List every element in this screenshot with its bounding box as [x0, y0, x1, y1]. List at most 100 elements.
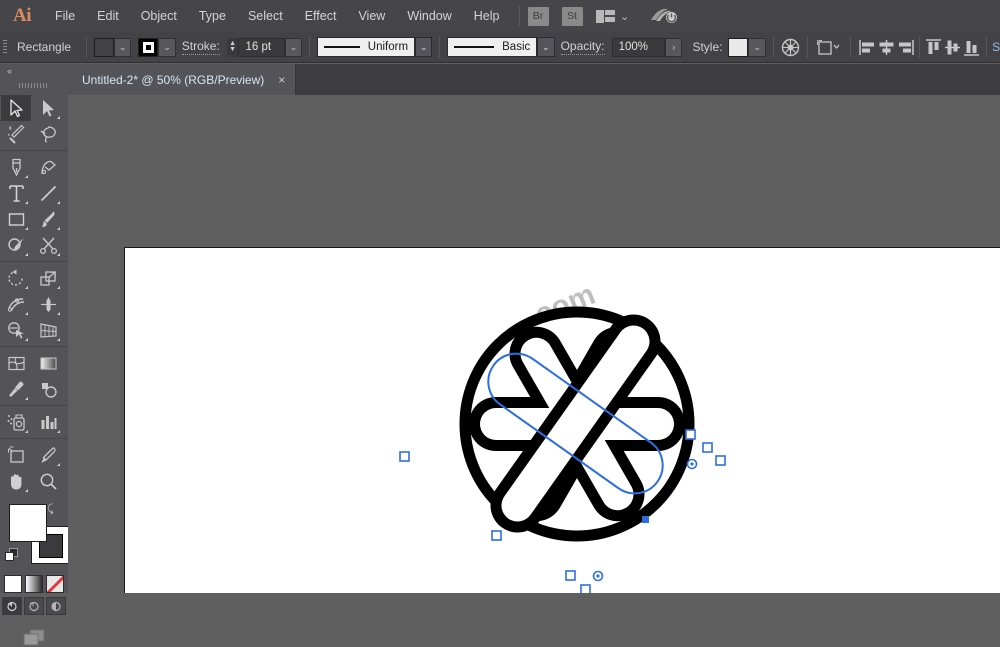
transform-icon[interactable] [815, 37, 844, 57]
slice-tool[interactable] [33, 442, 63, 468]
opacity-input[interactable]: 100% [611, 37, 666, 57]
shape-builder-tool[interactable] [1, 317, 31, 343]
none-icon[interactable] [46, 575, 64, 593]
stock-button[interactable]: St [561, 6, 583, 26]
variable-width-profile-select[interactable]: Uniform [317, 37, 416, 57]
tool-group-gradient [0, 346, 68, 405]
align-horizontal-center-icon[interactable] [877, 37, 896, 57]
fill-color-swatch[interactable] [93, 37, 114, 57]
free-transform-tool[interactable] [33, 291, 63, 317]
variable-width-dropdown[interactable]: ⌄ [415, 37, 433, 57]
anchor-point[interactable] [580, 584, 591, 593]
anchor-point[interactable] [565, 570, 576, 581]
blend-tool[interactable] [33, 376, 63, 402]
anchor-point[interactable] [702, 442, 713, 453]
anchor-point[interactable] [399, 451, 410, 462]
anchor-point[interactable] [491, 530, 502, 541]
rectangle-tool[interactable] [1, 206, 31, 232]
lasso-tool[interactable] [33, 121, 63, 147]
stroke-weight-label[interactable]: Stroke: [181, 39, 220, 55]
menu-type[interactable]: Type [188, 0, 237, 32]
scissors-eraser-tool[interactable] [33, 232, 63, 258]
center-point[interactable] [642, 516, 649, 523]
align-left-icon[interactable] [858, 37, 877, 57]
align-vertical-center-icon[interactable] [943, 37, 962, 57]
symbol-sprayer-tool[interactable] [1, 409, 31, 435]
hand-tool[interactable] [1, 468, 31, 494]
graphic-style-swatch[interactable] [728, 37, 749, 57]
stroke-weight-stepper[interactable]: ▲ ▼ [226, 37, 239, 57]
menu-effect[interactable]: Effect [294, 0, 348, 32]
menu-file[interactable]: File [44, 0, 86, 32]
brush-definition-value: Basic [502, 41, 531, 53]
anchor-point[interactable] [685, 429, 696, 440]
collapse-panel-icon[interactable]: « [0, 64, 68, 78]
fill-swatch-dropdown[interactable]: ⌄ [113, 37, 132, 57]
shaper-pencil-tool[interactable] [1, 232, 31, 258]
menu-select[interactable]: Select [237, 0, 294, 32]
brush-definition-select[interactable]: Basic [447, 37, 538, 57]
draw-behind-icon[interactable] [24, 597, 44, 615]
creative-cloud-icon[interactable] [649, 7, 679, 25]
arrange-documents-icon[interactable]: ⌄ [595, 9, 629, 23]
eyedropper-tool[interactable] [1, 376, 31, 402]
perspective-grid-tool[interactable] [33, 317, 63, 343]
magic-wand-tool[interactable] [1, 121, 31, 147]
close-icon[interactable]: × [264, 73, 295, 87]
align-top-icon[interactable] [924, 37, 943, 57]
rotate-tool[interactable] [1, 265, 31, 291]
change-screen-mode-icon[interactable] [0, 627, 68, 647]
tool-group-indicator [57, 201, 60, 204]
gradient-tool[interactable] [33, 350, 63, 376]
tool-group-indicator [57, 463, 60, 466]
menu-view[interactable]: View [347, 0, 396, 32]
mesh-tool[interactable] [1, 350, 31, 376]
align-right-icon[interactable] [896, 37, 915, 57]
bridge-button[interactable]: Br [527, 6, 549, 26]
column-graph-tool[interactable] [33, 409, 63, 435]
draw-normal-icon[interactable] [2, 597, 22, 615]
direct-selection-tool[interactable] [33, 95, 63, 121]
opacity-label[interactable]: Opacity: [560, 39, 605, 55]
document-canvas[interactable]: com [68, 95, 1000, 593]
paintbrush-tool[interactable] [33, 206, 63, 232]
anchor-point[interactable] [715, 455, 726, 466]
stroke-color-swatch[interactable] [138, 37, 159, 57]
curvature-tool[interactable] [33, 154, 63, 180]
align-bottom-icon[interactable] [962, 37, 981, 57]
stroke-swatch-dropdown[interactable]: ⌄ [158, 37, 176, 57]
control-bar-grip[interactable] [0, 32, 9, 63]
app-logo: Ai [13, 5, 32, 26]
swap-fill-stroke-icon[interactable]: ⤹ [47, 503, 54, 516]
width-profile-preview [324, 45, 360, 49]
fill-color-indicator[interactable] [9, 504, 47, 542]
brush-definition-dropdown[interactable]: ⌄ [537, 37, 555, 57]
line-segment-tool[interactable] [33, 180, 63, 206]
menu-object[interactable]: Object [130, 0, 188, 32]
stepper-down-icon[interactable]: ▼ [229, 46, 236, 53]
zoom-tool[interactable] [33, 468, 63, 494]
menu-window[interactable]: Window [396, 0, 462, 32]
draw-inside-icon[interactable] [46, 597, 66, 615]
pen-tool[interactable] [1, 154, 31, 180]
document-tab[interactable]: Untitled-2* @ 50% (RGB/Preview) × [68, 64, 297, 95]
width-warp-tool[interactable] [1, 291, 31, 317]
menu-edit[interactable]: Edit [86, 0, 130, 32]
direction-point-core [596, 574, 600, 578]
gradient-icon[interactable] [25, 575, 43, 593]
tools-panel-grip[interactable] [0, 78, 68, 92]
stroke-weight-input[interactable]: 16 pt [238, 37, 285, 57]
menu-help[interactable]: Help [463, 0, 511, 32]
scale-tool[interactable] [33, 265, 63, 291]
tool-row [0, 291, 68, 317]
artboard-tool[interactable] [1, 442, 31, 468]
menu-bar: Ai File Edit Object Type Select Effect V… [0, 0, 1000, 32]
selection-tool[interactable] [1, 95, 31, 121]
divider [439, 36, 441, 58]
stroke-weight-dropdown[interactable]: ⌄ [284, 37, 303, 57]
graphic-style-dropdown[interactable]: ⌄ [748, 37, 766, 57]
recolor-artwork-icon[interactable] [781, 37, 800, 57]
type-tool[interactable] [1, 180, 31, 206]
opacity-options-button[interactable]: › [665, 37, 683, 57]
color-icon[interactable] [4, 575, 22, 593]
